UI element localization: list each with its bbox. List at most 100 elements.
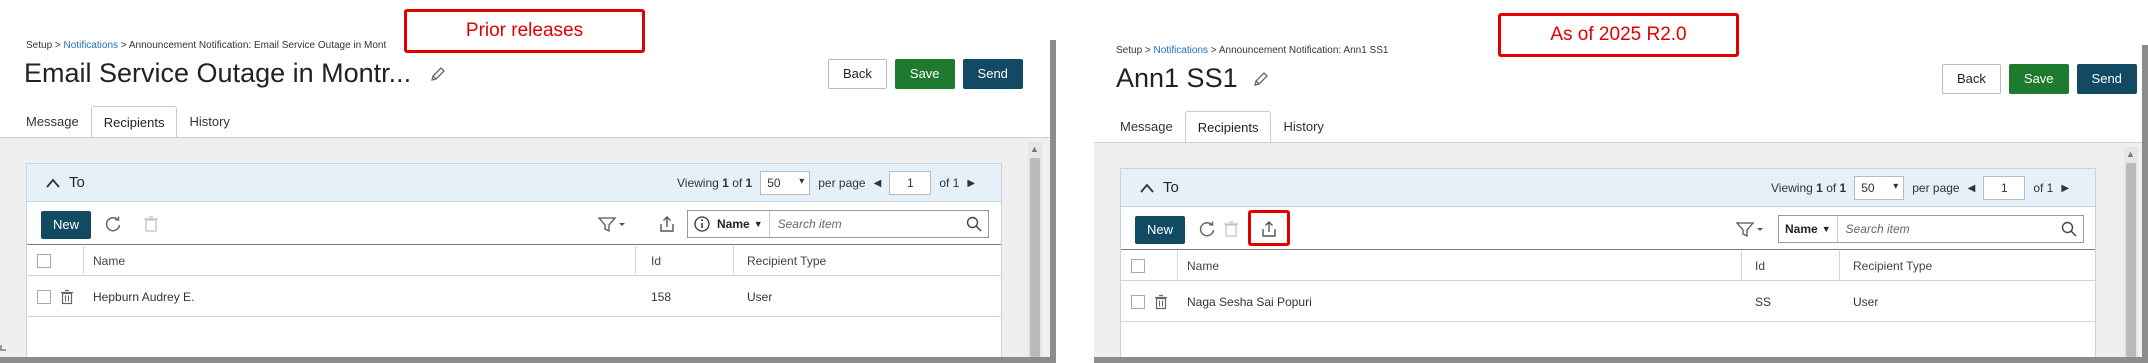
cell-name: Hepburn Audrey E.	[93, 289, 195, 304]
tab-bar: Message Recipients History	[14, 106, 242, 138]
tab-recipients[interactable]: Recipients	[1184, 111, 1272, 143]
column-name[interactable]: Name	[1187, 251, 1219, 280]
per-page-select[interactable]: 50	[1854, 176, 1905, 200]
cell-recipient-type: User	[1853, 294, 1879, 309]
content-area: ▲ To Viewing 1 of 1 50 per page ◀ 1 of 1…	[1094, 143, 2142, 357]
trash-icon	[1224, 221, 1238, 237]
pager-viewing: Viewing 1 of 1	[1771, 181, 1847, 195]
breadcrumb-notifications-link[interactable]: Notifications	[64, 40, 118, 51]
breadcrumb-notifications-link[interactable]: Notifications	[1154, 45, 1208, 56]
pencil-icon[interactable]	[429, 65, 447, 83]
select-all-checkbox[interactable]	[37, 246, 51, 275]
trash-icon[interactable]	[59, 289, 75, 305]
right-screenshot-panel: Setup > Notifications > Announcement Not…	[1094, 45, 2148, 363]
breadcrumb-setup[interactable]: Setup	[1116, 45, 1142, 56]
filter-icon[interactable]	[597, 214, 627, 234]
new-button[interactable]: New	[1135, 216, 1186, 244]
cell-recipient-type: User	[747, 289, 773, 304]
breadcrumb: Setup > Notifications > Announcement Not…	[26, 40, 387, 51]
column-id[interactable]: Id	[1755, 251, 1765, 280]
chevron-up-icon[interactable]	[1139, 182, 1155, 194]
column-recipient-type[interactable]: Recipient Type	[1853, 251, 1932, 280]
recipients-card: To Viewing 1 of 1 50 per page ◀ 1 of 1 ▶…	[26, 163, 1002, 357]
trash-icon[interactable]	[1153, 294, 1169, 310]
title-row: Ann1 SS1	[1116, 63, 1270, 94]
table-row[interactable]: Hepburn Audrey E. 158 User	[27, 277, 1001, 317]
card-title[interactable]: To	[1139, 179, 1179, 196]
filter-icon[interactable]	[1735, 219, 1765, 239]
card-header: To Viewing 1 of 1 50 per page ◀ 1 of 1 ▶	[1121, 169, 2095, 207]
per-page-select[interactable]: 50	[760, 171, 811, 195]
breadcrumb-setup[interactable]: Setup	[26, 40, 52, 51]
recipients-card: To Viewing 1 of 1 50 per page ◀ 1 of 1 ▶…	[1120, 168, 2096, 357]
tab-message[interactable]: Message	[14, 106, 91, 138]
scroll-up-icon[interactable]: ▲	[1030, 144, 1039, 154]
page-number-input[interactable]: 1	[1983, 176, 2026, 200]
export-icon[interactable]	[657, 214, 677, 234]
pager-viewing: Viewing 1 of 1	[677, 176, 753, 190]
search-input[interactable]: Search item	[770, 217, 966, 231]
send-button[interactable]: Send	[2076, 64, 2137, 94]
cell-name: Naga Sesha Sai Popuri	[1187, 294, 1312, 309]
vertical-scrollbar[interactable]: ▲	[1028, 142, 1042, 357]
send-button[interactable]: Send	[962, 59, 1023, 89]
prior-releases-label: Prior releases	[404, 9, 645, 53]
search-icon[interactable]	[2061, 221, 2077, 237]
tab-bar: Message Recipients History	[1108, 111, 1336, 143]
grid-header: Name Id Recipient Type	[27, 246, 1001, 276]
column-recipient-type[interactable]: Recipient Type	[747, 246, 826, 275]
column-id[interactable]: Id	[651, 246, 661, 275]
grid-toolbar: New Name ▼ Search item	[27, 203, 1001, 245]
title-row: Email Service Outage in Montr...	[24, 58, 447, 89]
tab-message[interactable]: Message	[1108, 111, 1185, 143]
pager: Viewing 1 of 1 50 per page ◀ 1 of 1 ▶	[1771, 176, 2069, 200]
card-title[interactable]: To	[45, 174, 85, 191]
triangle-left-icon[interactable]: ◀	[1968, 183, 1976, 194]
search-field-select[interactable]: Name ▼	[1779, 216, 1838, 242]
search-box: Name ▼ Search item	[1778, 215, 2084, 243]
refresh-icon[interactable]	[103, 214, 123, 234]
scroll-up-icon[interactable]: ▲	[2126, 149, 2135, 159]
refresh-icon[interactable]	[1197, 219, 1217, 239]
action-buttons: Back Save Send	[1942, 64, 2137, 94]
pencil-icon[interactable]	[1252, 70, 1270, 88]
row-checkbox[interactable]	[1131, 282, 1145, 321]
page-title: Ann1 SS1	[1116, 63, 1238, 93]
chevron-up-icon[interactable]	[45, 177, 61, 189]
grid-header: Name Id Recipient Type	[1121, 251, 2095, 281]
tab-recipients[interactable]: Recipients	[90, 106, 178, 138]
search-field-select[interactable]: Name ▼	[711, 211, 770, 237]
table-row[interactable]: Naga Sesha Sai Popuri SS User	[1121, 282, 2095, 322]
page-number-input[interactable]: 1	[889, 171, 932, 195]
panel-corner	[0, 345, 6, 351]
pager: Viewing 1 of 1 50 per page ◀ 1 of 1 ▶	[677, 171, 975, 195]
page-count: of 1	[939, 176, 960, 190]
grid-toolbar: New Name ▼ Search item	[1121, 208, 2095, 250]
card-header: To Viewing 1 of 1 50 per page ◀ 1 of 1 ▶	[27, 164, 1001, 202]
content-area: ▲ To Viewing 1 of 1 50 per page ◀ 1 of 1…	[0, 138, 1050, 357]
page-count: of 1	[2033, 181, 2054, 195]
tab-history[interactable]: History	[1271, 111, 1335, 143]
select-all-checkbox[interactable]	[1131, 251, 1145, 280]
info-icon[interactable]	[693, 215, 711, 233]
search-input[interactable]: Search item	[1838, 222, 2061, 236]
back-button[interactable]: Back	[1942, 64, 2001, 94]
back-button[interactable]: Back	[828, 59, 887, 89]
new-button[interactable]: New	[41, 211, 92, 239]
breadcrumb-current: Announcement Notification: Email Service…	[128, 40, 387, 51]
save-button[interactable]: Save	[2008, 64, 2069, 94]
per-page-label: per page	[818, 176, 866, 190]
column-name[interactable]: Name	[93, 246, 125, 275]
row-checkbox[interactable]	[37, 277, 51, 316]
search-icon[interactable]	[966, 216, 982, 232]
breadcrumb: Setup > Notifications > Announcement Not…	[1116, 45, 1389, 56]
triangle-right-icon[interactable]: ▶	[967, 178, 975, 189]
triangle-left-icon[interactable]: ◀	[874, 178, 882, 189]
triangle-right-icon[interactable]: ▶	[2061, 183, 2069, 194]
export-highlight-box	[1248, 210, 1290, 246]
vertical-scrollbar[interactable]: ▲	[2124, 147, 2138, 357]
save-button[interactable]: Save	[894, 59, 955, 89]
scroll-thumb[interactable]	[1030, 158, 1040, 357]
scroll-thumb[interactable]	[2126, 163, 2136, 357]
tab-history[interactable]: History	[177, 106, 241, 138]
